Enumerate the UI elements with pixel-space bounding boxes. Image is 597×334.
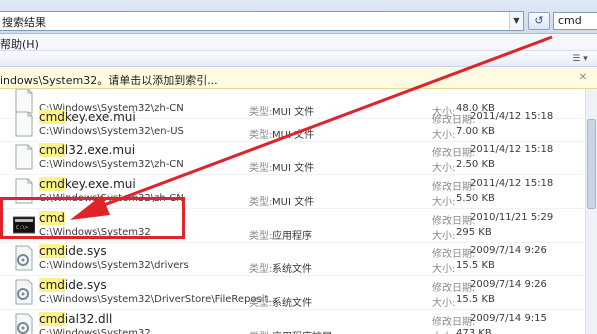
- date-label: 修改日期:: [432, 115, 476, 126]
- date-label: 修改日期:: [432, 148, 476, 159]
- type-label: 类型:: [249, 298, 273, 309]
- list-item[interactable]: cmdial32.dll C:\Windows\System32 类型:应用程序扩展…: [0, 310, 597, 334]
- file-date: 2011/4/12 15:18: [470, 178, 554, 189]
- view-options-button[interactable]: ☰ ▾: [567, 52, 593, 66]
- file-path: C:\Windows\System32\DriverStore\FileRepo…: [39, 294, 278, 305]
- highlight-box: [0, 197, 185, 239]
- file-date: 2010/11/21 5:29: [470, 212, 554, 223]
- file-size: 5.50 KB: [456, 193, 495, 204]
- size-label: 大小:: [432, 264, 456, 275]
- refresh-icon: ↺: [534, 14, 544, 27]
- scroll-thumb[interactable]: [587, 119, 596, 209]
- vertical-scrollbar[interactable]: [585, 89, 597, 334]
- match-highlight: cmd: [39, 312, 65, 326]
- list-item[interactable]: cmdide.sys C:\Windows\System32\DriverStor…: [0, 276, 597, 310]
- view-icon: ☰ ▾: [572, 54, 588, 64]
- file-path: C:\Windows\System32\en-US: [39, 126, 184, 137]
- list-item[interactable]: cmdl32.exe.mui C:\Windows\System32\zh-CN 类…: [0, 141, 597, 175]
- date-label: 修改日期:: [432, 182, 476, 193]
- file-path: C:\Windows\System32\drivers: [39, 260, 189, 271]
- file-path: C:\Windows\System32\zh-CN: [39, 159, 184, 170]
- file-size: 295 KB: [456, 227, 492, 238]
- file-size: 15.5 KB: [456, 294, 495, 305]
- address-bar[interactable]: 搜索结果 ▼: [0, 11, 524, 31]
- file-type: MUI 文件: [272, 197, 315, 208]
- type-label: 类型:: [249, 328, 272, 334]
- address-text: 搜索结果: [2, 16, 46, 29]
- file-name-rest: key.exe.mui: [64, 110, 136, 124]
- refresh-button[interactable]: ↺: [528, 12, 550, 30]
- file-type: 系统文件: [272, 264, 312, 275]
- command-toolbar: ☰ ▾: [0, 51, 597, 67]
- file-size: 15.5 KB: [456, 260, 495, 271]
- file-icon: [13, 110, 35, 138]
- size-label: 大小:: [432, 231, 456, 242]
- size-label: 大小:: [432, 130, 456, 141]
- match-highlight: cmd: [39, 177, 65, 191]
- file-type: MUI 文件: [272, 130, 315, 141]
- file-name-rest: ide.sys: [64, 244, 107, 258]
- size-label: 大小:: [432, 328, 455, 334]
- list-item[interactable]: cmdide.sys C:\Windows\System32\drivers 类型:…: [0, 242, 597, 276]
- file-date: 2009/7/14 9:15: [470, 313, 547, 324]
- file-size: 7.00 KB: [456, 126, 495, 137]
- file-size: 2.50 KB: [456, 159, 495, 170]
- file-name-rest: ide.sys: [64, 278, 107, 292]
- file-type: 应用程序扩展: [272, 328, 332, 334]
- file-date: 2011/4/12 15:18: [470, 144, 554, 155]
- size-label: 大小:: [432, 163, 456, 174]
- file-icon: [13, 143, 35, 171]
- file-name: cmdide.sys: [39, 244, 107, 258]
- file-type: MUI 文件: [272, 163, 315, 174]
- menu-help[interactable]: 帮助(H): [0, 36, 39, 52]
- file-type: 系统文件: [272, 298, 312, 309]
- file-name-rest: l32.exe.mui: [64, 143, 136, 157]
- date-label: 修改日期:: [432, 317, 476, 328]
- file-type: 应用程序: [272, 231, 312, 242]
- date-label: 修改日期:: [432, 249, 476, 260]
- match-highlight: cmd: [39, 278, 65, 292]
- date-label: 修改日期:: [432, 283, 476, 294]
- chevron-down-icon[interactable]: ▼: [509, 12, 523, 30]
- search-input[interactable]: cmd: [553, 12, 597, 30]
- system-file-icon: [13, 244, 35, 272]
- dll-icon: [13, 312, 35, 334]
- system-file-icon: [13, 278, 35, 306]
- type-label: 类型:: [249, 231, 273, 242]
- file-name: cmdkey.exe.mui: [39, 177, 136, 191]
- size-label: 大小:: [432, 298, 456, 309]
- match-highlight: cmd: [39, 110, 65, 124]
- index-infobar[interactable]: indows\System32。请单击以添加到索引... ✕: [0, 67, 597, 89]
- match-highlight: cmd: [39, 244, 65, 258]
- file-name-rest: key.exe.mui: [64, 177, 136, 191]
- file-date: 2009/7/14 9:26: [470, 279, 547, 290]
- size-label: 大小:: [432, 197, 456, 208]
- infobar-text: indows\System32。请单击以添加到索引...: [0, 74, 218, 87]
- date-label: 修改日期:: [432, 216, 476, 227]
- file-path: C:\Windows\System32: [39, 328, 151, 334]
- list-item[interactable]: cmdkey.exe.mui C:\Windows\System32\en-US 类…: [0, 108, 597, 142]
- close-icon[interactable]: ✕: [575, 70, 591, 86]
- file-name: cmdide.sys: [39, 278, 107, 292]
- file-date: 2009/7/14 9:26: [470, 245, 547, 256]
- file-name: cmdial32.dll: [39, 312, 112, 326]
- file-date: 2011/4/12 15:18: [470, 111, 554, 122]
- file-size: 473 KB: [456, 328, 492, 334]
- match-highlight: cmd: [39, 143, 65, 157]
- type-label: 类型:: [249, 264, 273, 275]
- type-label: 类型:: [249, 163, 273, 174]
- file-name: cmdkey.exe.mui: [39, 110, 136, 124]
- file-name-rest: ial32.dll: [64, 312, 113, 326]
- file-name: cmdl32.exe.mui: [39, 143, 135, 157]
- type-label: 类型:: [249, 197, 273, 208]
- type-label: 类型:: [249, 130, 273, 141]
- address-toolbar: 搜索结果 ▼ ↺ cmd: [0, 0, 597, 34]
- menu-bar: 帮助(H): [0, 34, 597, 51]
